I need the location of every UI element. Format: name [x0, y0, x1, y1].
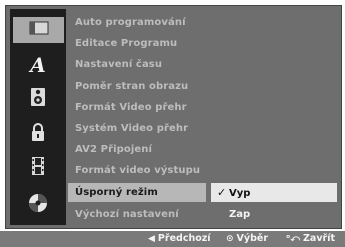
menu-item-factory-reset[interactable]: Výchozí nastavení — [68, 205, 206, 224]
disc-category-tab[interactable] — [14, 192, 62, 218]
film-icon — [30, 156, 46, 180]
audio-category-tab[interactable] — [14, 86, 62, 112]
enter-button-icon: ⊙ — [226, 234, 234, 244]
setup-menu-panel: A Auto programování Editace Programu Nas… — [5, 5, 342, 229]
return-button-icon: ᵒ⤺ — [286, 234, 301, 244]
language-icon: A — [30, 53, 46, 77]
option-on[interactable]: Zap — [211, 205, 337, 224]
option-list: ✓ Vyp Zap — [211, 9, 339, 225]
checkmark-icon: ✓ — [217, 186, 227, 199]
menu-item-aspect-ratio[interactable]: Poměr stran obrazu — [68, 77, 206, 96]
hint-select-label: Výběr — [236, 233, 269, 244]
hint-select: ⊙ Výběr — [226, 231, 268, 247]
category-icon-strip: A — [10, 9, 66, 225]
menu-item-av2-connection[interactable]: AV2 Připojení — [68, 140, 206, 159]
menu-item-auto-programming[interactable]: Auto programování — [68, 13, 206, 32]
recording-category-tab[interactable] — [14, 155, 62, 181]
hint-close-label: Zavřít — [303, 233, 335, 244]
option-off[interactable]: ✓ Vyp — [211, 183, 337, 202]
setup-screen: A Auto programování Editace Programu Nas… — [0, 0, 345, 247]
menu-item-program-edit[interactable]: Editace Programu — [68, 34, 206, 53]
menu-item-power-save-mode[interactable]: Úsporný režim — [68, 183, 206, 202]
general-category-tab[interactable] — [13, 17, 64, 43]
menu-item-video-system[interactable]: Systém Video přehr — [68, 119, 206, 138]
hint-previous-label: Předchozí — [157, 233, 211, 244]
menu-item-video-output-format[interactable]: Formát video výstupu — [68, 161, 206, 180]
speaker-icon — [30, 87, 46, 111]
dvd-disc-icon — [28, 193, 48, 217]
disc-icon — [28, 20, 50, 40]
language-category-tab[interactable]: A — [14, 52, 62, 78]
button-hint-bar: ◀ Předchozí ⊙ Výběr ᵒ⤺ Zavřít — [0, 231, 345, 247]
hint-previous: ◀ Předchozí — [148, 231, 211, 247]
option-on-label: Zap — [229, 209, 251, 220]
hint-close: ᵒ⤺ Zavřít — [286, 231, 335, 247]
menu-item-clock-set[interactable]: Nastavení času — [68, 55, 206, 74]
left-arrow-icon: ◀ — [148, 234, 155, 244]
lock-icon — [30, 122, 46, 146]
lock-category-tab[interactable] — [14, 121, 62, 147]
option-off-label: Vyp — [229, 188, 251, 199]
menu-item-video-format[interactable]: Formát Video přehr — [68, 98, 206, 117]
setup-menu-list: Auto programování Editace Programu Nasta… — [68, 9, 211, 225]
